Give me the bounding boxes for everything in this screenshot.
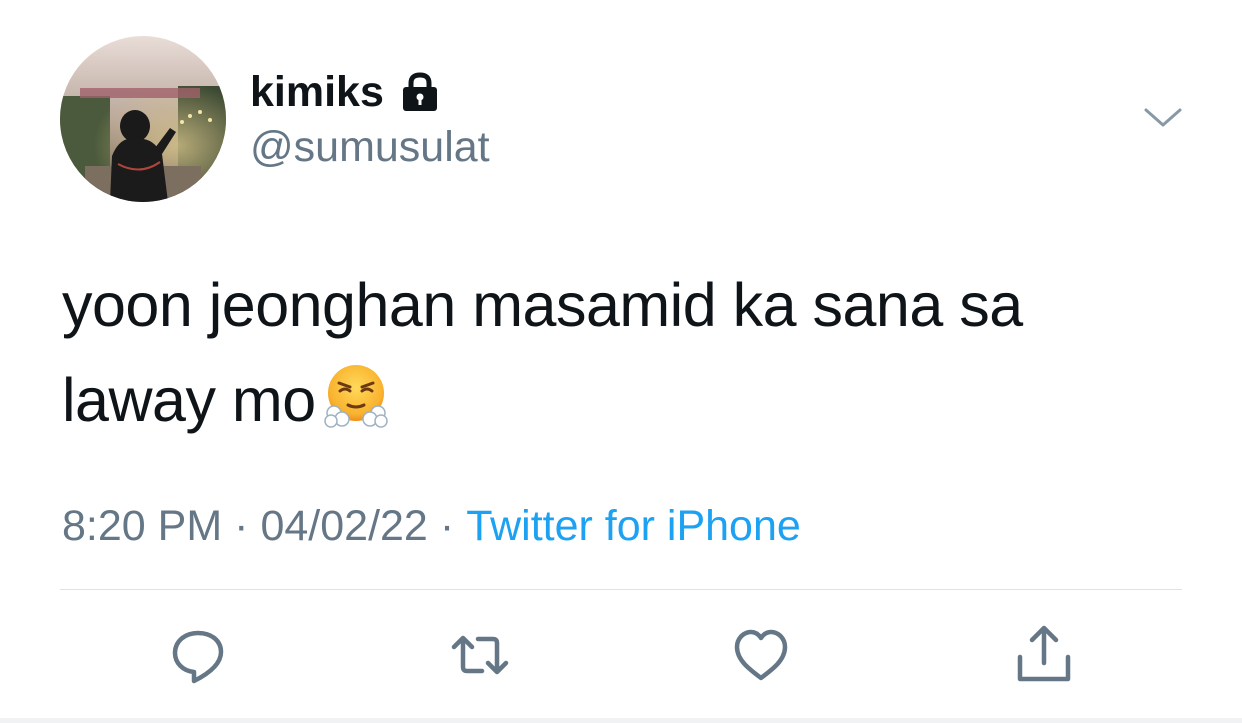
- lock-icon: [398, 70, 442, 114]
- share-button[interactable]: [1012, 623, 1076, 687]
- share-icon: [1012, 623, 1076, 687]
- user-handle[interactable]: @sumusulat: [250, 122, 490, 174]
- tweet-text-line-2-text: laway mo: [62, 366, 316, 434]
- reply-icon: [166, 623, 230, 687]
- avatar-image: [60, 36, 226, 202]
- tweet-source-link[interactable]: Twitter for iPhone: [466, 502, 801, 550]
- bottom-divider: [0, 718, 1242, 723]
- tweet-date[interactable]: 04/02/22: [260, 502, 427, 550]
- tweet-text-line-2: laway mo: [62, 353, 1182, 448]
- reply-button[interactable]: [166, 623, 230, 687]
- tweet-text: yoon jeonghan masamid ka sana sa laway m…: [62, 258, 1182, 448]
- tweet-text-line-1: yoon jeonghan masamid ka sana sa: [62, 271, 1023, 339]
- like-button[interactable]: [729, 623, 793, 687]
- meta-separator: ·: [439, 502, 455, 550]
- retweet-button[interactable]: [448, 623, 512, 687]
- chevron-down-icon[interactable]: [1143, 103, 1183, 133]
- tweet-actions: [0, 615, 1242, 695]
- retweet-icon: [448, 623, 512, 687]
- meta-separator: ·: [234, 502, 249, 550]
- divider: [60, 589, 1182, 590]
- face-with-steam-from-nose-icon: [322, 361, 390, 429]
- display-name-row: kimiks: [250, 64, 442, 120]
- tweet-time: 8:20 PM: [62, 502, 223, 550]
- avatar[interactable]: [60, 36, 226, 202]
- like-icon: [729, 623, 793, 687]
- display-name[interactable]: kimiks: [250, 70, 384, 114]
- tweet-meta: 8:20 PM · 04/02/22 · Twitter for iPhone: [62, 498, 801, 554]
